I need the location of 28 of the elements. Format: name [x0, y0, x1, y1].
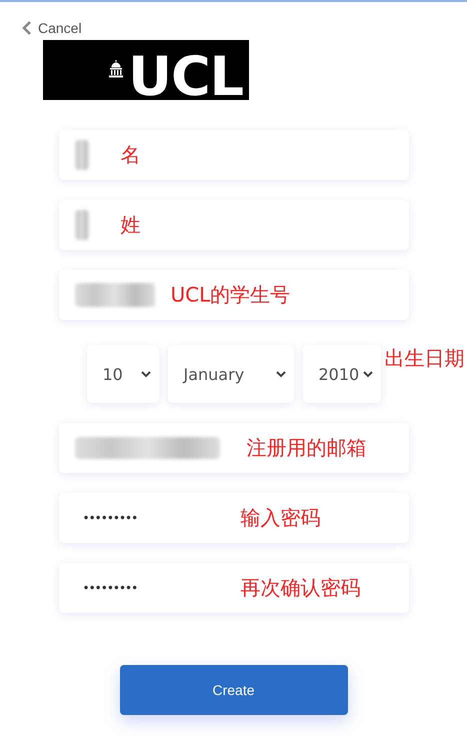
- back-icon: [22, 21, 32, 35]
- masked-value: •••••••••: [82, 511, 138, 525]
- input-field[interactable]: 名: [58, 130, 408, 180]
- chevron-icon: [276, 370, 286, 378]
- logo-text: UCL: [128, 54, 243, 100]
- blurred-value: [74, 140, 88, 170]
- create-button[interactable]: Create: [120, 665, 348, 715]
- password-field[interactable]: ••••••••• 输入密码: [58, 493, 408, 543]
- chevron-icon: [140, 370, 150, 378]
- masked-value: •••••••••: [82, 581, 138, 595]
- blurred-value: [74, 210, 88, 240]
- annotation: 输入密码: [240, 504, 320, 532]
- cancel-link[interactable]: Cancel: [22, 20, 82, 36]
- building-icon: [108, 60, 124, 78]
- chevron-icon: [362, 370, 372, 378]
- input-field[interactable]: UCL的学生号: [58, 270, 408, 320]
- annotation: 名: [120, 142, 140, 168]
- annotation: 姓: [120, 212, 140, 238]
- annotation: 出生日期: [384, 345, 464, 372]
- dropdown[interactable]: 2010: [302, 345, 380, 403]
- annotation: UCL的学生号: [170, 282, 290, 308]
- annotation: 注册用的邮箱: [246, 434, 366, 462]
- password-field[interactable]: ••••••••• 再次确认密码: [58, 563, 408, 613]
- dropdown[interactable]: January: [168, 345, 294, 403]
- dropdown[interactable]: 10: [86, 345, 158, 403]
- input-field[interactable]: 注册用的邮箱: [58, 423, 408, 473]
- annotation: 再次确认密码: [240, 574, 360, 602]
- input-field[interactable]: 姓: [58, 200, 408, 250]
